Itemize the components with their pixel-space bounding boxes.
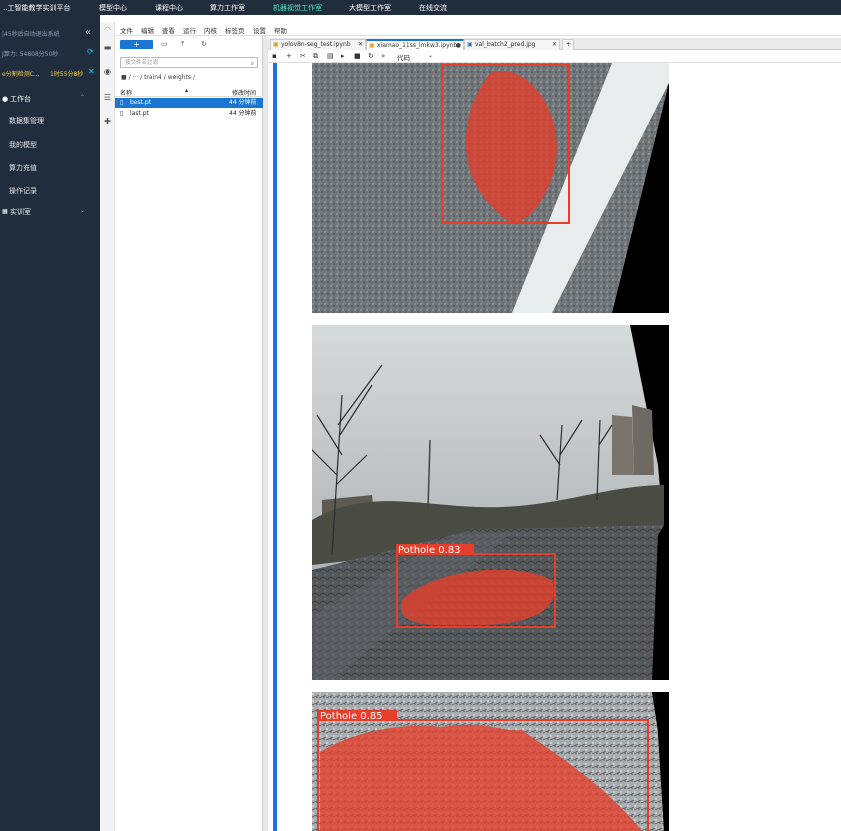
restart-icon[interactable]: ↻ bbox=[368, 52, 374, 60]
run-all-icon[interactable]: » bbox=[381, 52, 385, 60]
nav-course-center[interactable]: 课程中心 bbox=[155, 3, 183, 13]
paste-icon[interactable]: ▤ bbox=[327, 52, 334, 60]
close-icon[interactable]: ✕ bbox=[358, 40, 363, 50]
tab-label: yolov8n-seg_test.ipynb bbox=[281, 41, 351, 48]
file-modified: 44 分钟前 bbox=[229, 99, 257, 106]
search-icon: ⌕ bbox=[250, 60, 254, 67]
cut-icon[interactable]: ✂ bbox=[300, 52, 306, 60]
file-filter-input[interactable]: 按文件名过滤 ⌕ bbox=[120, 57, 258, 68]
image-icon: ▣ bbox=[467, 41, 473, 48]
menu-kernel[interactable]: 内核 bbox=[204, 25, 217, 35]
workspace-menu[interactable]: 工作台 bbox=[10, 94, 31, 104]
file-icon: ▯ bbox=[120, 110, 124, 117]
run-icon[interactable]: ▸ bbox=[341, 52, 345, 60]
file-icon: ▯ bbox=[120, 99, 124, 106]
close-task-icon[interactable]: ✕ bbox=[88, 67, 98, 76]
menu-run[interactable]: 运行 bbox=[183, 25, 196, 35]
collapse-sidebar-icon[interactable]: « bbox=[85, 27, 97, 38]
toc-icon[interactable]: ☰ bbox=[103, 93, 112, 102]
menu-edit[interactable]: 编辑 bbox=[141, 25, 154, 35]
menu-help[interactable]: 帮助 bbox=[274, 25, 287, 35]
notebook-output[interactable]: Pothole 0.83 Pothole 0.85 bbox=[268, 63, 841, 831]
breadcrumb-path: / ··· / train4 / weights / bbox=[128, 74, 195, 81]
upload-icon[interactable]: ⤒ bbox=[181, 40, 184, 49]
nav-model-center[interactable]: 模型中心 bbox=[99, 3, 127, 13]
notebook-icon: ▣ bbox=[273, 41, 279, 48]
column-modified[interactable]: 修改时间 bbox=[232, 88, 256, 97]
folder-icon[interactable]: ▬ bbox=[103, 43, 112, 52]
nav-llm-studio[interactable]: 大模型工作室 bbox=[349, 3, 391, 13]
prediction-image-3-canvas: Pothole 0.85 bbox=[312, 692, 669, 831]
file-name: best.pt bbox=[130, 99, 152, 106]
menu-bar: 文件 编辑 查看 运行 内核 标签页 设置 帮助 bbox=[115, 22, 841, 36]
menu-my-models[interactable]: 我的模型 bbox=[9, 140, 37, 150]
new-launcher-button[interactable]: + bbox=[120, 40, 153, 49]
chevron-up-icon: ⌃ bbox=[80, 94, 86, 101]
sidebar: |45秒后自动退出系统 « J算力: 54808分50秒 ⟳ e分割检测C...… bbox=[0, 15, 100, 831]
prediction-image-2: Pothole 0.83 bbox=[312, 325, 669, 680]
tab-yolov8n-seg-test[interactable]: ▣ yolov8n-seg_test.ipynb ✕ bbox=[270, 39, 366, 50]
save-icon[interactable]: ▪ bbox=[272, 52, 277, 60]
grid-icon: ▦ bbox=[2, 208, 8, 215]
folder-icon-small: ■ bbox=[121, 74, 127, 81]
notebook-icon: ▣ bbox=[369, 42, 375, 49]
breadcrumb[interactable]: ■ / ··· / train4 / weights / bbox=[121, 74, 195, 81]
file-modified: 44 分钟前 bbox=[229, 110, 257, 117]
menu-training-room[interactable]: 实训室 bbox=[10, 207, 31, 217]
activity-bar: ◠ ▬ ◉ ☰ ✚ bbox=[100, 22, 115, 831]
extension-icon[interactable]: ✚ bbox=[103, 117, 112, 126]
menu-operation-log[interactable]: 操作记录 bbox=[9, 186, 37, 196]
file-list-header: 名称 ▴ 修改时间 bbox=[115, 87, 263, 97]
running-task-time: 1时55分8秒 bbox=[50, 71, 84, 78]
menu-view[interactable]: 查看 bbox=[162, 25, 175, 35]
menu-compute-recharge[interactable]: 算力充值 bbox=[9, 163, 37, 173]
cell-collapser[interactable] bbox=[273, 63, 277, 831]
refresh-icon[interactable]: ⟳ bbox=[87, 47, 97, 56]
file-item-best[interactable]: ▯ best.pt 44 分钟前 bbox=[115, 98, 263, 108]
new-folder-icon[interactable]: ▭ bbox=[161, 40, 168, 48]
document-tabs: ▣ yolov8n-seg_test.ipynb ✕ ▣ xiamao_11ss… bbox=[268, 38, 841, 50]
column-name[interactable]: 名称 bbox=[120, 88, 132, 97]
tab-val-batch2-pred[interactable]: ▣ val_batch2_pred.jpg ✕ bbox=[464, 39, 560, 50]
tab-xiamao-notebook[interactable]: ▣ xiamao_11ss_lmkw3.ipynb ● bbox=[366, 39, 464, 50]
insert-cell-icon[interactable]: + bbox=[286, 52, 292, 60]
nav-online-chat[interactable]: 在线交流 bbox=[419, 3, 447, 13]
refresh-files-icon[interactable]: ↻ bbox=[201, 40, 207, 48]
user-icon: ● bbox=[2, 95, 9, 103]
close-icon[interactable]: ✕ bbox=[552, 40, 557, 50]
copy-icon[interactable]: ⧉ bbox=[313, 52, 318, 61]
prediction-image-3: Pothole 0.85 bbox=[312, 692, 669, 831]
platform-title: ..工智能教学实训平台 bbox=[3, 4, 71, 12]
prediction-image-2-canvas: Pothole 0.83 bbox=[312, 325, 664, 680]
unsaved-dot-icon[interactable]: ● bbox=[456, 41, 461, 50]
running-task-name[interactable]: e分割检测C... bbox=[2, 69, 46, 78]
menu-file[interactable]: 文件 bbox=[120, 25, 133, 35]
prediction-image-1-canvas bbox=[312, 63, 669, 313]
jupyter-logo-icon: ◠ bbox=[104, 25, 111, 34]
detection-label-2: Pothole 0.85 bbox=[320, 711, 383, 722]
file-filter-placeholder: 按文件名过滤 bbox=[125, 60, 159, 66]
file-item-last[interactable]: ▯ last.pt 44 分钟前 bbox=[115, 109, 263, 119]
tab-label: val_batch2_pred.jpg bbox=[475, 41, 536, 48]
prediction-image-1 bbox=[312, 63, 669, 313]
sort-up-icon: ▴ bbox=[185, 87, 189, 94]
cell-type-select[interactable]: 代码 bbox=[397, 52, 410, 62]
tab-label: xiamao_11ss_lmkw3.ipynb bbox=[377, 42, 458, 49]
detection-label-1: Pothole 0.83 bbox=[398, 545, 461, 556]
stop-icon[interactable]: ■ bbox=[354, 52, 361, 60]
running-kernels-icon[interactable]: ◉ bbox=[103, 67, 112, 76]
notebook-toolbar: ▪ + ✂ ⧉ ▤ ▸ ■ ↻ » 代码 ⌄ bbox=[268, 50, 841, 63]
file-name: last.pt bbox=[130, 110, 149, 117]
top-nav: ..工智能教学实训平台 模型中心 课程中心 算力工作室 机器视觉工作室 大模型工… bbox=[0, 0, 841, 15]
menu-tabs[interactable]: 标签页 bbox=[225, 25, 245, 35]
new-tab-button[interactable]: + bbox=[562, 39, 574, 50]
chevron-down-icon[interactable]: ⌄ bbox=[428, 52, 433, 59]
menu-settings[interactable]: 设置 bbox=[253, 25, 266, 35]
file-browser: + ▭ ⤒ ↻ 按文件名过滤 ⌕ ■ / ··· / train4 / weig… bbox=[115, 36, 263, 831]
nav-compute-studio[interactable]: 算力工作室 bbox=[210, 3, 245, 13]
chevron-down-icon: ⌄ bbox=[80, 207, 86, 214]
nav-vision-studio[interactable]: 机器视觉工作室 bbox=[273, 3, 322, 13]
menu-dataset-management[interactable]: 数据集管理 bbox=[9, 116, 44, 126]
